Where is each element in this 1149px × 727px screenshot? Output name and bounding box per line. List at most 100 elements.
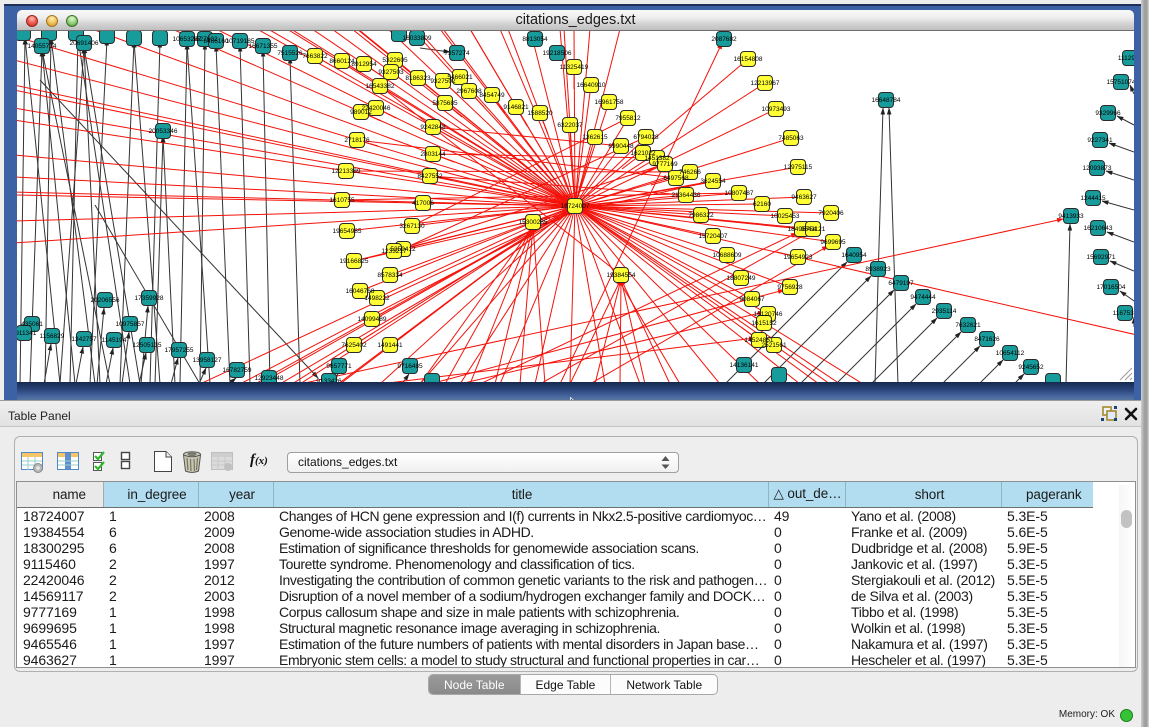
svg-text:5875685: 5875685: [432, 100, 458, 107]
svg-text:9084067: 9084067: [739, 296, 765, 303]
svg-text:15720407: 15720407: [699, 233, 728, 240]
svg-text:1342757: 1342757: [71, 336, 97, 343]
svg-text:16154808: 16154808: [734, 56, 763, 63]
svg-text:7955812: 7955812: [615, 115, 641, 122]
svg-text:1233217: 1233217: [381, 248, 407, 255]
svg-text:1145194: 1145194: [102, 337, 127, 344]
svg-text:17016504: 17016504: [1097, 284, 1126, 291]
svg-text:2967608: 2967608: [456, 88, 482, 95]
svg-text:14099489: 14099489: [358, 316, 387, 323]
svg-text:7920406: 7920406: [818, 210, 844, 217]
svg-text:9242848: 9242848: [420, 124, 446, 131]
svg-text:9227341: 9227341: [1087, 137, 1113, 144]
svg-text:14136141: 14136141: [730, 362, 759, 369]
svg-text:1156829: 1156829: [40, 333, 65, 340]
svg-text:435061: 435061: [21, 321, 43, 328]
svg-text:10025453: 10025453: [771, 213, 800, 220]
svg-text:7625402: 7625402: [341, 342, 367, 349]
svg-text:10975857: 10975857: [116, 321, 145, 328]
svg-text:6322037: 6322037: [557, 122, 583, 129]
svg-text:2521561: 2521561: [761, 342, 787, 349]
svg-text:16671355: 16671355: [249, 43, 278, 50]
svg-text:9699695: 9699695: [820, 239, 846, 246]
svg-text:21364436: 21364436: [672, 192, 701, 199]
svg-text:8427552: 8427552: [417, 173, 443, 180]
svg-text:1112953: 1112953: [1118, 55, 1134, 62]
svg-text:14055714: 14055714: [28, 43, 57, 50]
svg-text:2803144: 2803144: [420, 151, 446, 158]
svg-text:1244415: 1244415: [1080, 195, 1106, 202]
svg-text:9413933: 9413933: [1058, 213, 1084, 220]
svg-text:18724007: 18724007: [561, 203, 590, 210]
svg-text:10973493: 10973493: [762, 106, 791, 113]
svg-text:9474444: 9474444: [910, 294, 936, 301]
svg-text:9245652: 9245652: [1018, 364, 1044, 371]
svg-text:9716485: 9716485: [397, 363, 423, 370]
svg-text:989012: 989012: [350, 109, 372, 116]
svg-text:10654112: 10654112: [996, 350, 1025, 357]
svg-text:1610755: 1610755: [329, 197, 355, 204]
svg-text:417006: 417006: [412, 200, 434, 207]
svg-text:5322605: 5322605: [382, 57, 408, 64]
svg-text:9146821: 9146821: [503, 104, 529, 111]
svg-text:17957255: 17957255: [165, 347, 194, 354]
svg-text:8471626: 8471626: [974, 336, 1000, 343]
svg-text:9777169: 9777169: [652, 161, 678, 168]
svg-text:16210643: 16210643: [1084, 225, 1113, 232]
svg-text:8186323: 8186323: [405, 75, 431, 82]
svg-text:8912954: 8912954: [351, 61, 377, 68]
svg-text:15300285: 15300285: [519, 219, 548, 226]
svg-text:9641121: 9641121: [801, 226, 826, 233]
svg-text:12093873: 12093873: [1083, 165, 1112, 172]
svg-text:5466021: 5466021: [447, 74, 473, 81]
svg-text:8938923: 8938923: [865, 266, 891, 273]
svg-text:6497568: 6497568: [663, 175, 689, 182]
svg-text:15692971: 15692971: [1087, 254, 1116, 261]
svg-text:2718176: 2718176: [344, 137, 370, 144]
svg-text:16543382: 16543382: [366, 83, 395, 90]
svg-text:16046768: 16046768: [346, 288, 375, 295]
svg-text:12213967: 12213967: [751, 80, 780, 87]
svg-text:1362615: 1362615: [582, 134, 608, 141]
svg-text:10807487: 10807487: [725, 190, 754, 197]
svg-text:3267130: 3267130: [399, 223, 425, 230]
svg-text:8454749: 8454749: [479, 92, 505, 99]
svg-text:13958127: 13958127: [193, 357, 222, 364]
svg-text:19218506: 19218506: [543, 50, 572, 57]
svg-text:19384554: 19384554: [607, 272, 636, 279]
svg-text:7357274: 7357274: [444, 50, 470, 57]
svg-text:17359928: 17359928: [135, 295, 164, 302]
svg-text:16640910: 16640910: [577, 82, 606, 89]
svg-text:7515526: 7515526: [277, 50, 303, 57]
svg-text:6794028: 6794028: [633, 134, 659, 141]
svg-text:12975115: 12975115: [784, 164, 813, 171]
svg-text:19654985: 19654985: [333, 228, 362, 235]
svg-text:16648784: 16648784: [872, 97, 901, 104]
svg-text:12505135: 12505135: [133, 342, 162, 349]
svg-text:62160: 62160: [753, 201, 771, 208]
svg-text:19166825: 19166825: [340, 258, 369, 265]
svg-text:1615152: 1615152: [751, 320, 777, 327]
svg-text:19654923: 19654923: [784, 254, 813, 261]
svg-text:1167533: 1167533: [1113, 310, 1134, 317]
svg-text:6479197: 6479197: [888, 280, 914, 287]
svg-text:8578334: 8578334: [377, 272, 403, 279]
svg-text:3624554: 3624554: [700, 178, 726, 185]
svg-text:8813054: 8813054: [522, 36, 548, 43]
svg-text:9327503: 9327503: [378, 69, 404, 76]
svg-text:11325419: 11325419: [560, 64, 589, 71]
svg-text:12213389: 12213389: [332, 168, 361, 175]
svg-text:20691406: 20691406: [70, 40, 99, 47]
svg-text:7986322: 7986322: [688, 212, 714, 219]
svg-text:20053346: 20053346: [149, 128, 178, 135]
svg-text:9329966: 9329966: [1095, 110, 1121, 117]
svg-text:2087682: 2087682: [711, 36, 737, 43]
svg-text:2935114: 2935114: [932, 308, 957, 315]
svg-text:12923448: 12923448: [255, 375, 284, 382]
svg-text:16961758: 16961758: [595, 99, 624, 106]
svg-text:9463627: 9463627: [791, 194, 817, 201]
svg-text:16782759: 16782759: [223, 367, 252, 374]
svg-text:7485063: 7485063: [778, 135, 804, 142]
svg-text:1491441: 1491441: [377, 342, 403, 349]
svg-text:10688609: 10688609: [713, 252, 742, 259]
